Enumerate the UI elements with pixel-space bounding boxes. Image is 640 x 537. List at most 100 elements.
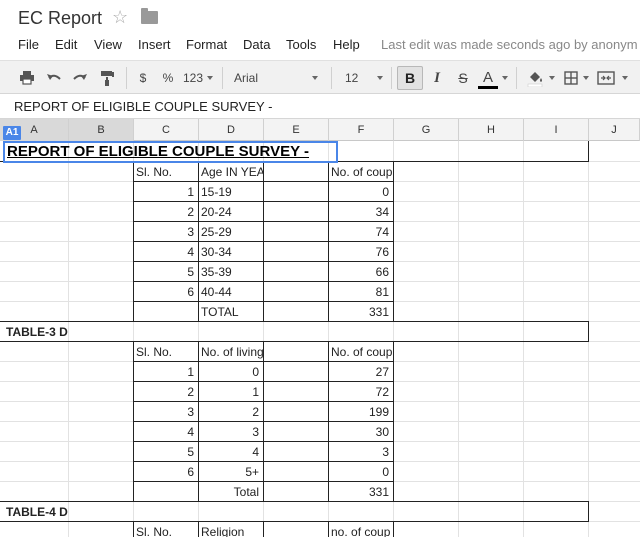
menu-data[interactable]: Data [243,37,270,52]
text-color-label: A [482,69,493,86]
table3-header-sl-no[interactable]: Sl. No. [134,342,198,362]
table-cell[interactable]: 3 [329,442,393,462]
menu-format[interactable]: Format [186,37,227,52]
formula-bar[interactable]: REPORT OF ELIGIBLE COUPLE SURVEY - [0,95,640,119]
table1-header-age[interactable]: Age IN YEA [199,162,263,182]
print-icon [20,71,34,85]
table4-header-couples[interactable]: no. of coup [329,522,393,537]
merge-cells-button[interactable] [596,67,616,89]
table-cell[interactable]: 3 [134,222,198,242]
table3-label[interactable]: TABLE-3 D [4,322,133,342]
column-header-g[interactable]: G [394,119,459,141]
table3-header-living[interactable]: No. of living [199,342,263,362]
column-header-i[interactable]: I [524,119,589,141]
last-edit-status[interactable]: Last edit was made seconds ago by anonym [381,37,638,52]
table-cell[interactable]: 2 [134,382,198,402]
table-cell[interactable]: 25-29 [199,222,263,242]
folder-icon[interactable] [141,8,158,24]
column-header-d[interactable]: D [199,119,264,141]
table-cell[interactable]: 1 [199,382,263,402]
table-cell[interactable]: 6 [134,462,198,482]
table-cell[interactable]: 0 [329,182,393,202]
table-cell[interactable]: 35-39 [199,262,263,282]
table-cell[interactable]: 20-24 [199,202,263,222]
table-cell[interactable]: 4 [134,242,198,262]
sheet-grid[interactable]: REPORT OF ELIGIBLE COUPLE SURVEY - Sl. N… [0,141,640,537]
column-header-e[interactable]: E [264,119,329,141]
table-cell[interactable]: 2 [199,402,263,422]
cell-reference: A1 [3,126,21,140]
table-cell[interactable]: 15-19 [199,182,263,202]
table1-total-value[interactable]: 331 [329,302,393,322]
table-cell[interactable]: 3 [199,422,263,442]
strikethrough-button[interactable]: S [456,67,470,89]
column-header-b[interactable]: B [69,119,134,141]
undo-button[interactable] [42,67,66,89]
borders-button[interactable] [562,67,580,89]
table-cell[interactable]: 40-44 [199,282,263,302]
table1-total-label[interactable]: TOTAL [199,302,263,322]
table4-header-religion[interactable]: Religion [199,522,263,537]
italic-button[interactable]: I [430,67,444,89]
table1-header-couples[interactable]: No. of coup [329,162,393,182]
table-cell[interactable]: 0 [329,462,393,482]
table-cell[interactable]: 1 [134,362,198,382]
star-icon[interactable]: ☆ [112,7,128,28]
table3-total-label[interactable]: Total [199,482,263,502]
percent-format-button[interactable]: % [161,67,175,89]
table-cell[interactable]: 74 [329,222,393,242]
currency-format-button[interactable]: $ [136,67,150,89]
table1-header-sl-no[interactable]: Sl. No. [134,162,198,182]
table-cell[interactable]: 5 [134,442,198,462]
borders-icon [564,71,578,85]
table-cell[interactable]: 4 [199,442,263,462]
menu-help[interactable]: Help [333,37,360,52]
table-cell[interactable]: 2 [134,202,198,222]
paint-format-icon [101,71,114,86]
table-cell[interactable]: 72 [329,382,393,402]
table-cell[interactable]: 5 [134,262,198,282]
table-cell[interactable]: 199 [329,402,393,422]
chevron-down-icon [622,76,628,80]
table-cell[interactable]: 30-34 [199,242,263,262]
paint-format-button[interactable] [96,67,118,89]
table-cell[interactable]: 6 [134,282,198,302]
menu-tools[interactable]: Tools [286,37,316,52]
fill-color-button[interactable] [524,67,546,89]
column-header-h[interactable]: H [459,119,524,141]
bold-button[interactable]: B [397,66,423,90]
table4-header-sl-no[interactable]: Sl. No. [134,522,198,537]
menu-insert[interactable]: Insert [138,37,171,52]
menu-edit[interactable]: Edit [55,37,77,52]
redo-button[interactable] [68,67,92,89]
font-size-dropdown[interactable]: 12 [345,67,381,89]
table4-label[interactable]: TABLE-4 D [4,502,133,522]
table-cell[interactable]: 27 [329,362,393,382]
column-header-c[interactable]: C [134,119,199,141]
menu-view[interactable]: View [94,37,122,52]
formula-content[interactable]: REPORT OF ELIGIBLE COUPLE SURVEY - [14,99,272,114]
font-family-label: Arial [234,71,259,85]
table-cell[interactable]: 4 [134,422,198,442]
font-size-label: 12 [345,71,359,85]
table-cell[interactable]: 0 [199,362,263,382]
table-cell[interactable]: 81 [329,282,393,302]
menu-file[interactable]: File [18,37,39,52]
table-cell[interactable]: 3 [134,402,198,422]
table-cell[interactable]: 30 [329,422,393,442]
print-button[interactable] [14,67,40,89]
table3-total-value[interactable]: 331 [329,482,393,502]
fill-color-icon [527,72,543,88]
table-cell[interactable]: 5+ [199,462,263,482]
table-cell[interactable]: 34 [329,202,393,222]
table3-header-couples[interactable]: No. of coup [329,342,393,362]
chevron-down-icon [207,76,213,80]
document-title[interactable]: EC Report [18,8,102,29]
table-cell[interactable]: 1 [134,182,198,202]
column-header-f[interactable]: F [329,119,394,141]
font-family-dropdown[interactable]: Arial [234,67,319,89]
table-cell[interactable]: 66 [329,262,393,282]
toolbar: $ % 123 Arial 12 B I S A [0,60,640,94]
column-header-j[interactable]: J [589,119,640,141]
table-cell[interactable]: 76 [329,242,393,262]
